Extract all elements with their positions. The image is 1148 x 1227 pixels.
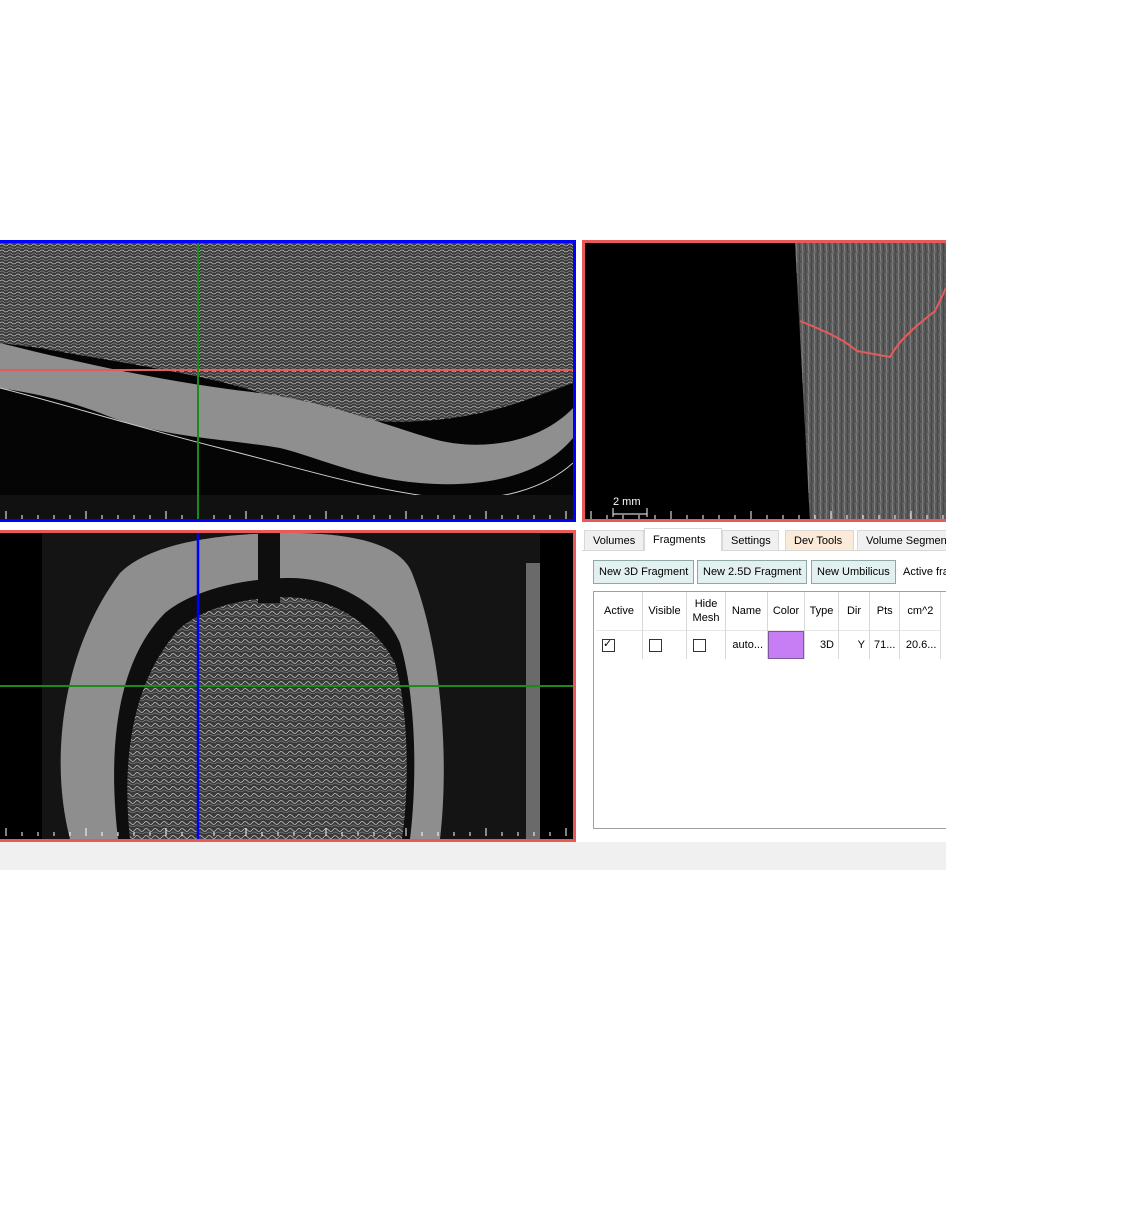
cm2-cell: 20.6... xyxy=(899,630,942,659)
slice-image-top-right: 2 mm xyxy=(585,243,946,519)
column-header-active[interactable]: Active xyxy=(596,592,643,631)
fragments-panel: Volumes Fragments Settings Dev Tools Vol… xyxy=(582,528,946,841)
column-header-type[interactable]: Type xyxy=(804,592,839,631)
fragments-table[interactable]: Active Visible Hide Mesh Name Color Type… xyxy=(593,591,946,829)
color-swatch[interactable] xyxy=(768,631,804,659)
tab-settings[interactable]: Settings xyxy=(722,530,779,550)
column-header-hide-mesh[interactable]: Hide Mesh xyxy=(686,592,726,631)
column-header-visible[interactable]: Visible xyxy=(642,592,687,631)
table-row[interactable]: auto... 3D Y 71... 20.6... xyxy=(596,630,942,659)
scale-bar-label: 2 mm xyxy=(613,496,641,508)
viewer-bottom-left[interactable] xyxy=(0,530,576,842)
pts-cell: 71... xyxy=(869,630,901,659)
type-cell: 3D xyxy=(804,630,839,659)
visible-cell[interactable] xyxy=(642,630,687,659)
dir-cell: Y xyxy=(838,630,870,659)
viewer-top-right[interactable]: 2 mm xyxy=(582,240,946,522)
new-umbilicus-button[interactable]: New Umbilicus xyxy=(811,560,896,584)
name-cell[interactable]: auto... xyxy=(725,630,768,659)
tab-volume-segmentation[interactable]: Volume Segmenta xyxy=(857,530,946,550)
active-cell[interactable] xyxy=(596,630,643,659)
hide-mesh-checkbox[interactable] xyxy=(693,638,706,652)
tab-dev-tools[interactable]: Dev Tools xyxy=(785,530,854,550)
column-header-hide-mesh-label: Hide Mesh xyxy=(692,598,720,624)
active-fragment-label: Active fra xyxy=(903,566,946,578)
hide-mesh-cell[interactable] xyxy=(686,630,726,659)
slice-image-bottom-left xyxy=(0,533,573,839)
color-cell[interactable] xyxy=(767,630,805,659)
status-bar xyxy=(0,842,946,870)
active-checkbox[interactable] xyxy=(602,637,615,652)
table-header-row: Active Visible Hide Mesh Name Color Type… xyxy=(596,592,942,631)
column-header-name[interactable]: Name xyxy=(725,592,768,631)
tab-bar: Volumes Fragments Settings Dev Tools Vol… xyxy=(582,528,946,551)
column-header-cm2[interactable]: cm^2 xyxy=(899,592,942,631)
new-2-5d-fragment-button[interactable]: New 2.5D Fragment xyxy=(697,560,808,584)
visible-checkbox[interactable] xyxy=(649,638,662,652)
column-header-pts[interactable]: Pts xyxy=(869,592,901,631)
new-3d-fragment-button[interactable]: New 3D Fragment xyxy=(593,560,695,584)
slice-image-top-left xyxy=(0,243,573,519)
column-header-dir[interactable]: Dir xyxy=(838,592,870,631)
column-header-color[interactable]: Color xyxy=(767,592,805,631)
viewer-top-left[interactable] xyxy=(0,240,576,522)
tab-fragments[interactable]: Fragments xyxy=(644,528,722,551)
tab-volumes[interactable]: Volumes xyxy=(584,530,644,550)
